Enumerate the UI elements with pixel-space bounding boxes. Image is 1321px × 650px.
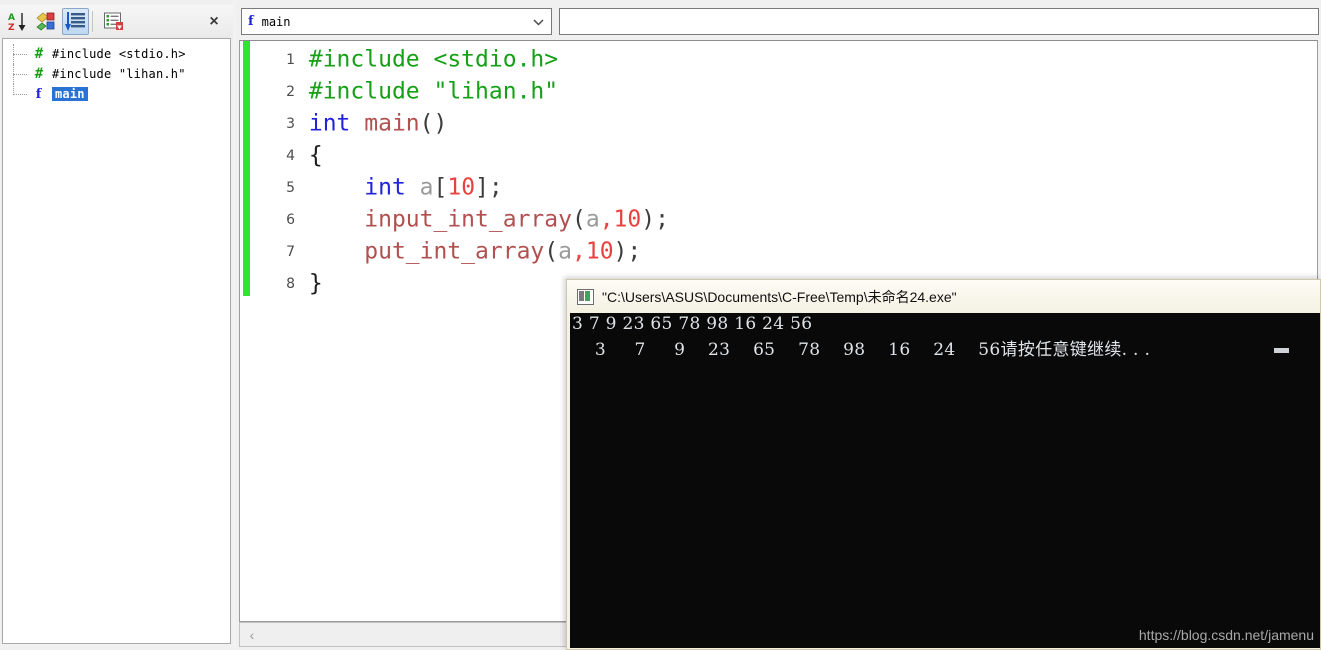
svg-text:A: A xyxy=(8,13,15,23)
line-number: 1 xyxy=(286,51,295,68)
code-token: a xyxy=(558,238,572,265)
code-token: () xyxy=(419,110,448,137)
member-combobox[interactable] xyxy=(559,8,1319,35)
line-number: 2 xyxy=(286,83,295,100)
code-token: a xyxy=(419,174,434,201)
code-token: put_int_array xyxy=(364,238,545,265)
code-token: main xyxy=(364,110,420,137)
code-token: 10 xyxy=(585,238,614,265)
code-token: int xyxy=(364,174,406,201)
code-token: ( xyxy=(544,238,559,265)
console-window-icon xyxy=(577,288,594,305)
code-line[interactable]: 3 int main() xyxy=(240,107,1317,139)
sort-by-type-icon[interactable] xyxy=(33,8,60,35)
scroll-left-arrow-icon[interactable]: ‹ xyxy=(240,623,264,646)
code-line[interactable]: 7 put_int_array(a,10); xyxy=(240,235,1317,267)
symbol-tree[interactable]: # #include <stdio.h> # #include "lihan.h… xyxy=(2,38,231,644)
tree-item-main[interactable]: f main xyxy=(3,84,230,104)
code-line[interactable]: 2 #include "lihan.h" xyxy=(240,75,1317,107)
line-number: 4 xyxy=(286,147,295,164)
tree-item-label: main xyxy=(52,87,88,101)
symbol-list-icon[interactable] xyxy=(100,8,127,35)
code-token: a xyxy=(585,206,600,233)
code-token: [ xyxy=(433,174,448,201)
line-number: 8 xyxy=(286,275,295,292)
code-token: int xyxy=(308,110,351,137)
console-title-bar[interactable]: "C:\Users\ASUS\Documents\C-Free\Temp\未命名… xyxy=(567,280,1320,313)
code-token: ]; xyxy=(475,174,503,201)
tree-connector xyxy=(13,44,31,64)
tree-item-include-stdio[interactable]: # #include <stdio.h> xyxy=(3,44,230,64)
tree-connector xyxy=(13,84,31,104)
code-token: , xyxy=(571,238,586,265)
tree-item-label: #include <stdio.h> xyxy=(52,47,186,61)
code-line[interactable]: 1 #include <stdio.h> xyxy=(240,43,1317,75)
code-token: { xyxy=(308,142,323,169)
line-number: 3 xyxy=(286,115,295,132)
code-line[interactable]: 5 int a[10]; xyxy=(240,171,1317,203)
chevron-down-icon[interactable] xyxy=(527,10,549,33)
code-line[interactable]: 6 input_int_array(a,10); xyxy=(240,203,1317,235)
code-token: #include <stdio.h> xyxy=(308,46,559,73)
symbol-panel-toolbar: A Z × xyxy=(0,5,233,38)
close-panel-button[interactable]: × xyxy=(203,12,225,32)
line-number: 7 xyxy=(286,243,295,260)
code-lines: 1 #include <stdio.h> 2 #include "lihan.h"… xyxy=(240,43,1317,299)
console-window[interactable]: "C:\Users\ASUS\Documents\C-Free\Temp\未命名… xyxy=(566,279,1321,650)
function-icon: f xyxy=(35,86,42,102)
console-title-text: "C:\Users\ASUS\Documents\C-Free\Temp\未命名… xyxy=(602,288,957,305)
hash-include-icon: # xyxy=(34,46,43,62)
code-token: input_int_array xyxy=(364,206,572,233)
hash-include-icon: # xyxy=(34,66,43,82)
function-icon: f xyxy=(248,14,254,29)
tree-item-label: #include "lihan.h" xyxy=(52,67,186,81)
scope-combobox[interactable]: f main xyxy=(241,8,552,35)
code-token: , xyxy=(599,206,614,233)
code-token: } xyxy=(308,270,323,297)
console-output[interactable]: 3 7 9 23 65 78 98 16 24 56 3 7 9 23 65 7… xyxy=(570,313,1320,648)
svg-text:Z: Z xyxy=(8,23,15,32)
code-token: ( xyxy=(571,206,586,233)
scope-combobox-value: main xyxy=(261,14,291,29)
code-token: 10 xyxy=(613,206,642,233)
code-line[interactable]: 4 { xyxy=(240,139,1317,171)
code-token: ); xyxy=(613,238,642,265)
watermark-text: https://blog.csdn.net/jamenu xyxy=(1138,627,1314,643)
code-token: #include "lihan.h" xyxy=(308,78,559,105)
sort-alphabetical-icon[interactable]: A Z xyxy=(4,8,31,35)
line-number: 6 xyxy=(286,211,295,228)
line-number: 5 xyxy=(286,179,295,196)
tree-item-include-lihan[interactable]: # #include "lihan.h" xyxy=(3,64,230,84)
tree-connector xyxy=(13,64,31,84)
console-cursor xyxy=(1274,348,1289,353)
console-output-line-1: 3 7 9 23 65 78 98 16 24 56 xyxy=(572,314,813,334)
console-output-line-2: 3 7 9 23 65 78 98 16 24 56请按任意键继续. . . xyxy=(572,340,1151,360)
code-token: 10 xyxy=(447,174,476,201)
code-token: ); xyxy=(641,206,669,233)
editor-combo-row: f main xyxy=(236,8,1321,36)
toolbar-separator xyxy=(92,11,93,32)
outline-view-icon[interactable] xyxy=(62,8,89,35)
symbol-panel: A Z × # #include <stdio.h> # #include "l… xyxy=(0,0,233,650)
